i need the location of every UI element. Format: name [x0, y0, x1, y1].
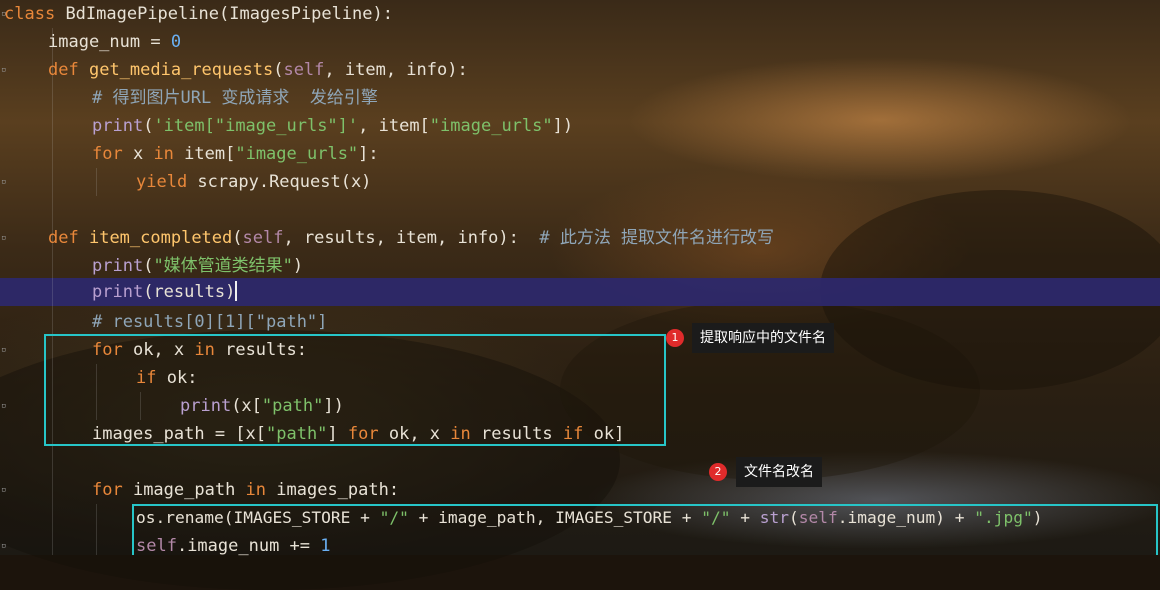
fold-marker[interactable]: ▫	[1, 178, 6, 187]
builtin: print	[92, 282, 144, 302]
indent-guide	[52, 28, 53, 555]
code-line-10[interactable]: print("媒体管道类结果")	[92, 252, 303, 280]
code-line-7[interactable]: yield scrapy.Request(x)	[136, 168, 371, 196]
fold-marker[interactable]: ▫	[1, 542, 6, 551]
self-param: self	[242, 228, 284, 248]
string: "媒体管道类结果"	[153, 256, 293, 276]
builtin: print	[92, 256, 144, 276]
operator: =	[140, 32, 171, 52]
code-text: x	[122, 144, 154, 164]
code-text: item[	[173, 144, 236, 164]
indent-guide	[96, 504, 97, 555]
code-line-6[interactable]: for x in item["image_urls"]:	[92, 140, 379, 168]
keyword: yield	[136, 172, 188, 192]
params: , item, info):	[324, 60, 468, 80]
paren: (	[143, 256, 154, 276]
code-line-3[interactable]: def get_media_requests(self, item, info)…	[48, 56, 468, 84]
text-caret	[235, 281, 238, 301]
comment: # 此方法 提取文件名进行改写	[539, 228, 775, 248]
self-param: self	[283, 60, 325, 80]
punct: ])	[552, 116, 574, 136]
punct: ):	[372, 4, 393, 24]
function-name: item_completed	[88, 228, 233, 248]
code-line-9[interactable]: def item_completed(self, results, item, …	[48, 224, 774, 252]
code-line-4[interactable]: # 得到图片URL 变成请求 发给引擎	[92, 84, 378, 112]
code-text: , item[	[358, 116, 430, 136]
code-line-12[interactable]: # results[0][1]["path"]	[92, 308, 327, 336]
fold-marker[interactable]: ▫	[1, 346, 6, 355]
paren: (	[143, 116, 154, 136]
keyword: class	[4, 4, 56, 24]
annotation-box-1	[44, 334, 666, 446]
fold-marker[interactable]: ▫	[1, 66, 6, 75]
code-text: image_path	[122, 480, 246, 500]
keyword: in	[153, 144, 174, 164]
builtin: print	[92, 116, 144, 136]
function-name: get_media_requests	[88, 60, 274, 80]
code-text: images_path:	[266, 480, 400, 500]
identifier: image_num	[48, 32, 141, 52]
number: 0	[170, 32, 182, 52]
class-name: BdImagePipeline	[65, 4, 219, 24]
punct: )	[225, 282, 236, 302]
annotation-box-2	[132, 504, 1158, 555]
base-class: ImagesPipeline	[229, 4, 373, 24]
code-line-18[interactable]: for image_path in images_path:	[92, 476, 399, 504]
string: "image_urls"	[235, 144, 359, 164]
paren: (	[218, 4, 230, 24]
annotation-badge-2: 2	[709, 463, 727, 481]
comment: # 得到图片URL 变成请求 发给引擎	[92, 88, 378, 108]
params: , results, item, info):	[283, 228, 540, 248]
annotation-badge-1: 1	[666, 329, 684, 347]
keyword: def	[48, 60, 79, 80]
paren: (	[143, 282, 154, 302]
comment: # results[0][1]["path"]	[92, 312, 328, 332]
fold-marker[interactable]: ▫	[1, 486, 6, 495]
code-text: scrapy.Request(x)	[187, 172, 372, 192]
string: "image_urls"	[429, 116, 553, 136]
punct: )	[292, 256, 304, 276]
keyword: in	[245, 480, 267, 500]
code-text: results	[153, 282, 226, 302]
keyword: def	[48, 228, 79, 248]
keyword: for	[92, 144, 123, 164]
fold-marker[interactable]: ▫	[1, 402, 6, 411]
code-line-11[interactable]: print(results)	[92, 278, 238, 306]
code-line-5[interactable]: print('item["image_urls"]', item["image_…	[92, 112, 573, 140]
code-line-1[interactable]: class BdImagePipeline(ImagesPipeline):	[4, 0, 393, 28]
string: 'item["image_urls"]'	[153, 116, 359, 136]
punct: ]:	[358, 144, 379, 164]
indent-guide	[96, 168, 97, 196]
paren: (	[232, 228, 243, 248]
annotation-label-2: 文件名改名	[736, 457, 822, 487]
code-line-2[interactable]: image_num = 0	[48, 28, 181, 56]
fold-marker[interactable]: ▫	[1, 234, 6, 243]
keyword: for	[92, 480, 123, 500]
paren: (	[273, 60, 284, 80]
annotation-label-1: 提取响应中的文件名	[692, 323, 834, 353]
